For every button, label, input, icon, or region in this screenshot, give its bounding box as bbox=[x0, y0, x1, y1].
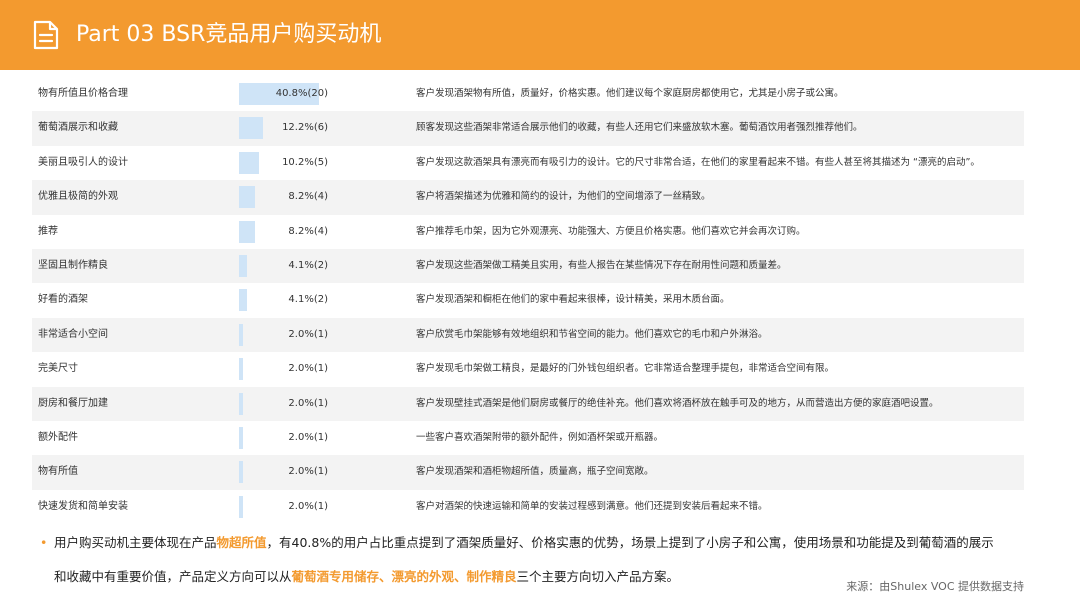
motivation-label: 完美尺寸 bbox=[38, 363, 78, 375]
table-row: 推荐 8.2%(4) 客户推荐毛巾架，因为它外观漂亮、功能强大、方便且价格实惠。他们… bbox=[32, 215, 1024, 249]
motivation-description: 客户欣赏毛巾架能够有效地组织和节省空间的能力。他们喜欢它的毛巾和户外淋浴。 bbox=[416, 328, 768, 340]
share-value: 2.0%(1) bbox=[288, 397, 328, 409]
share-value: 8.2%(4) bbox=[288, 191, 328, 203]
header-bar: Part 03 BSR竞品用户购买动机 bbox=[0, 0, 1080, 70]
motivation-description: 顾客发现这些酒架非常适合展示他们的收藏，有些人还用它们来盛放软木塞。葡萄酒饮用者… bbox=[416, 122, 863, 134]
share-value: 2.0%(1) bbox=[288, 466, 328, 478]
table-row: 厨房和餐厅加建 2.0%(1) 客户发现壁挂式酒架是他们厨房或餐厅的绝佳补充。他们喜… bbox=[32, 386, 1024, 421]
table-row: 完美尺寸 2.0%(1) 客户发现毛巾架做工精良，是最好的门外钱包组织者。它非常适合… bbox=[32, 352, 1024, 386]
share-value: 4.1%(2) bbox=[288, 259, 328, 271]
table-row: 额外配件 2.0%(1) 一些客户喜欢酒架附带的额外配件，例如酒杯架或开瓶器。 bbox=[32, 421, 1024, 455]
summary-text-2a: 和收藏中有重要价值，产品定义方向可以从 bbox=[54, 569, 292, 584]
table-row: 好看的酒架 4.1%(2) 客户发现酒架和橱柜在他们的家中看起来很棒，设计精美，采用… bbox=[32, 283, 1024, 317]
motivation-label: 好看的酒架 bbox=[38, 294, 88, 306]
motivation-description: 客户发现这款酒架具有漂亮而有吸引力的设计。它的尺寸非常合适，在他们的家里看起来不… bbox=[416, 156, 980, 168]
motivation-label: 葡萄酒展示和收藏 bbox=[38, 122, 118, 134]
motivation-description: 客户发现酒架物有所值，质量好，价格实惠。他们建议每个家庭厨房都使用它，尤其是小房… bbox=[416, 88, 844, 99]
table-row: 物有所值且价格合理 40.8%(20) 客户发现酒架物有所值，质量好，价格实惠。他们… bbox=[32, 77, 1024, 111]
share-value: 8.2%(4) bbox=[288, 225, 328, 237]
bullet-icon: • bbox=[40, 535, 48, 550]
motivation-description: 客户发现酒架和橱柜在他们的家中看起来很棒，设计精美，采用木质台面。 bbox=[416, 294, 730, 306]
share-value: 10.2%(5) bbox=[282, 156, 328, 168]
motivation-description: 客户推荐毛巾架，因为它外观漂亮、功能强大、方便且价格实惠。他们喜欢它并会再次订购… bbox=[416, 225, 806, 237]
share-value: 4.1%(2) bbox=[288, 294, 328, 306]
table-row: 优雅且极简的外观 8.2%(4) 客户将酒架描述为优雅和简约的设计，为他们的空间增添… bbox=[32, 180, 1024, 215]
motivation-label: 快速发货和简单安装 bbox=[38, 500, 128, 512]
table-row: 物有所值 2.0%(1) 客户发现酒架和酒柜物超所值，质量高，瓶子空间宽敞。 bbox=[32, 455, 1024, 490]
motivation-label: 推荐 bbox=[38, 225, 58, 237]
document-icon bbox=[33, 20, 59, 50]
motivation-description: 一些客户喜欢酒架附带的额外配件，例如酒杯架或开瓶器。 bbox=[416, 431, 664, 443]
motivation-description: 客户发现酒架和酒柜物超所值，质量高，瓶子空间宽敞。 bbox=[416, 466, 654, 478]
summary-text-1a: 用户购买动机主要体现在产品 bbox=[54, 535, 217, 550]
motivation-label: 优雅且极简的外观 bbox=[38, 191, 118, 203]
motivation-label: 额外配件 bbox=[38, 431, 78, 443]
motivation-description: 客户对酒架的快速运输和简单的安装过程感到满意。他们还提到安装后看起来不错。 bbox=[416, 500, 768, 512]
motivation-description: 客户发现这些酒架做工精美且实用，有些人报告在某些情况下存在耐用性问题和质量差。 bbox=[416, 259, 787, 271]
source-note: 来源：由Shulex VOC 提供数据支持 bbox=[846, 580, 1024, 593]
share-value: 40.8%(20) bbox=[275, 88, 328, 99]
summary-text-2b: 三个主要方向切入产品方案。 bbox=[516, 569, 680, 584]
share-value: 2.0%(1) bbox=[288, 328, 328, 340]
motivation-label: 厨房和餐厅加建 bbox=[38, 397, 108, 409]
motivation-label: 物有所值且价格合理 bbox=[38, 88, 128, 99]
motivation-description: 客户发现壁挂式酒架是他们厨房或餐厅的绝佳补充。他们喜欢将酒杯放在触手可及的地方，… bbox=[416, 397, 939, 409]
motivation-label: 美丽且吸引人的设计 bbox=[38, 156, 128, 168]
share-value: 2.0%(1) bbox=[288, 431, 328, 443]
table-row: 非常适合小空间 2.0%(1) 客户欣赏毛巾架能够有效地组织和节省空间的能力。他们喜… bbox=[32, 317, 1024, 353]
motivation-description: 客户将酒架描述为优雅和简约的设计，为他们的空间增添了一丝精致。 bbox=[416, 191, 711, 203]
table-row: 快速发货和简单安装 2.0%(1) 客户对酒架的快速运输和简单的安装过程感到满意。他… bbox=[32, 490, 1024, 524]
share-value: 12.2%(6) bbox=[282, 122, 328, 134]
motivation-label: 坚固且制作精良 bbox=[38, 259, 108, 271]
summary-highlight-2: 葡萄酒专用储存、漂亮的外观、制作精良 bbox=[291, 569, 517, 584]
summary-highlight-1: 物超所值 bbox=[216, 535, 267, 550]
motivation-label: 非常适合小空间 bbox=[38, 328, 108, 340]
page-title: Part 03 BSR竞品用户购买动机 bbox=[76, 22, 382, 47]
table-row: 美丽且吸引人的设计 10.2%(5) 客户发现这款酒架具有漂亮而有吸引力的设计。它的… bbox=[32, 146, 1024, 180]
share-value: 2.0%(1) bbox=[288, 500, 328, 512]
motivation-table: 物有所值且价格合理 40.8%(20) 客户发现酒架物有所值，质量好，价格实惠。他们… bbox=[32, 77, 1024, 524]
motivation-description: 客户发现毛巾架做工精良，是最好的门外钱包组织者。它非常适合整理手提包，非常适合空… bbox=[416, 363, 835, 375]
motivation-label: 物有所值 bbox=[38, 466, 78, 478]
share-value: 2.0%(1) bbox=[288, 363, 328, 375]
summary-line-1: • 用户购买动机主要体现在产品物超所值，有40.8%的用户占比重点提到了酒架质量好… bbox=[40, 526, 1020, 560]
table-row: 坚固且制作精良 4.1%(2) 客户发现这些酒架做工精美且实用，有些人报告在某些情况… bbox=[32, 248, 1024, 284]
summary-text-1b: ，有40.8%的用户占比重点提到了酒架质量好、价格实惠的优势，场景上提到了小房子… bbox=[266, 535, 994, 550]
table-row: 葡萄酒展示和收藏 12.2%(6) 顾客发现这些酒架非常适合展示他们的收藏，有些人还… bbox=[32, 111, 1024, 146]
